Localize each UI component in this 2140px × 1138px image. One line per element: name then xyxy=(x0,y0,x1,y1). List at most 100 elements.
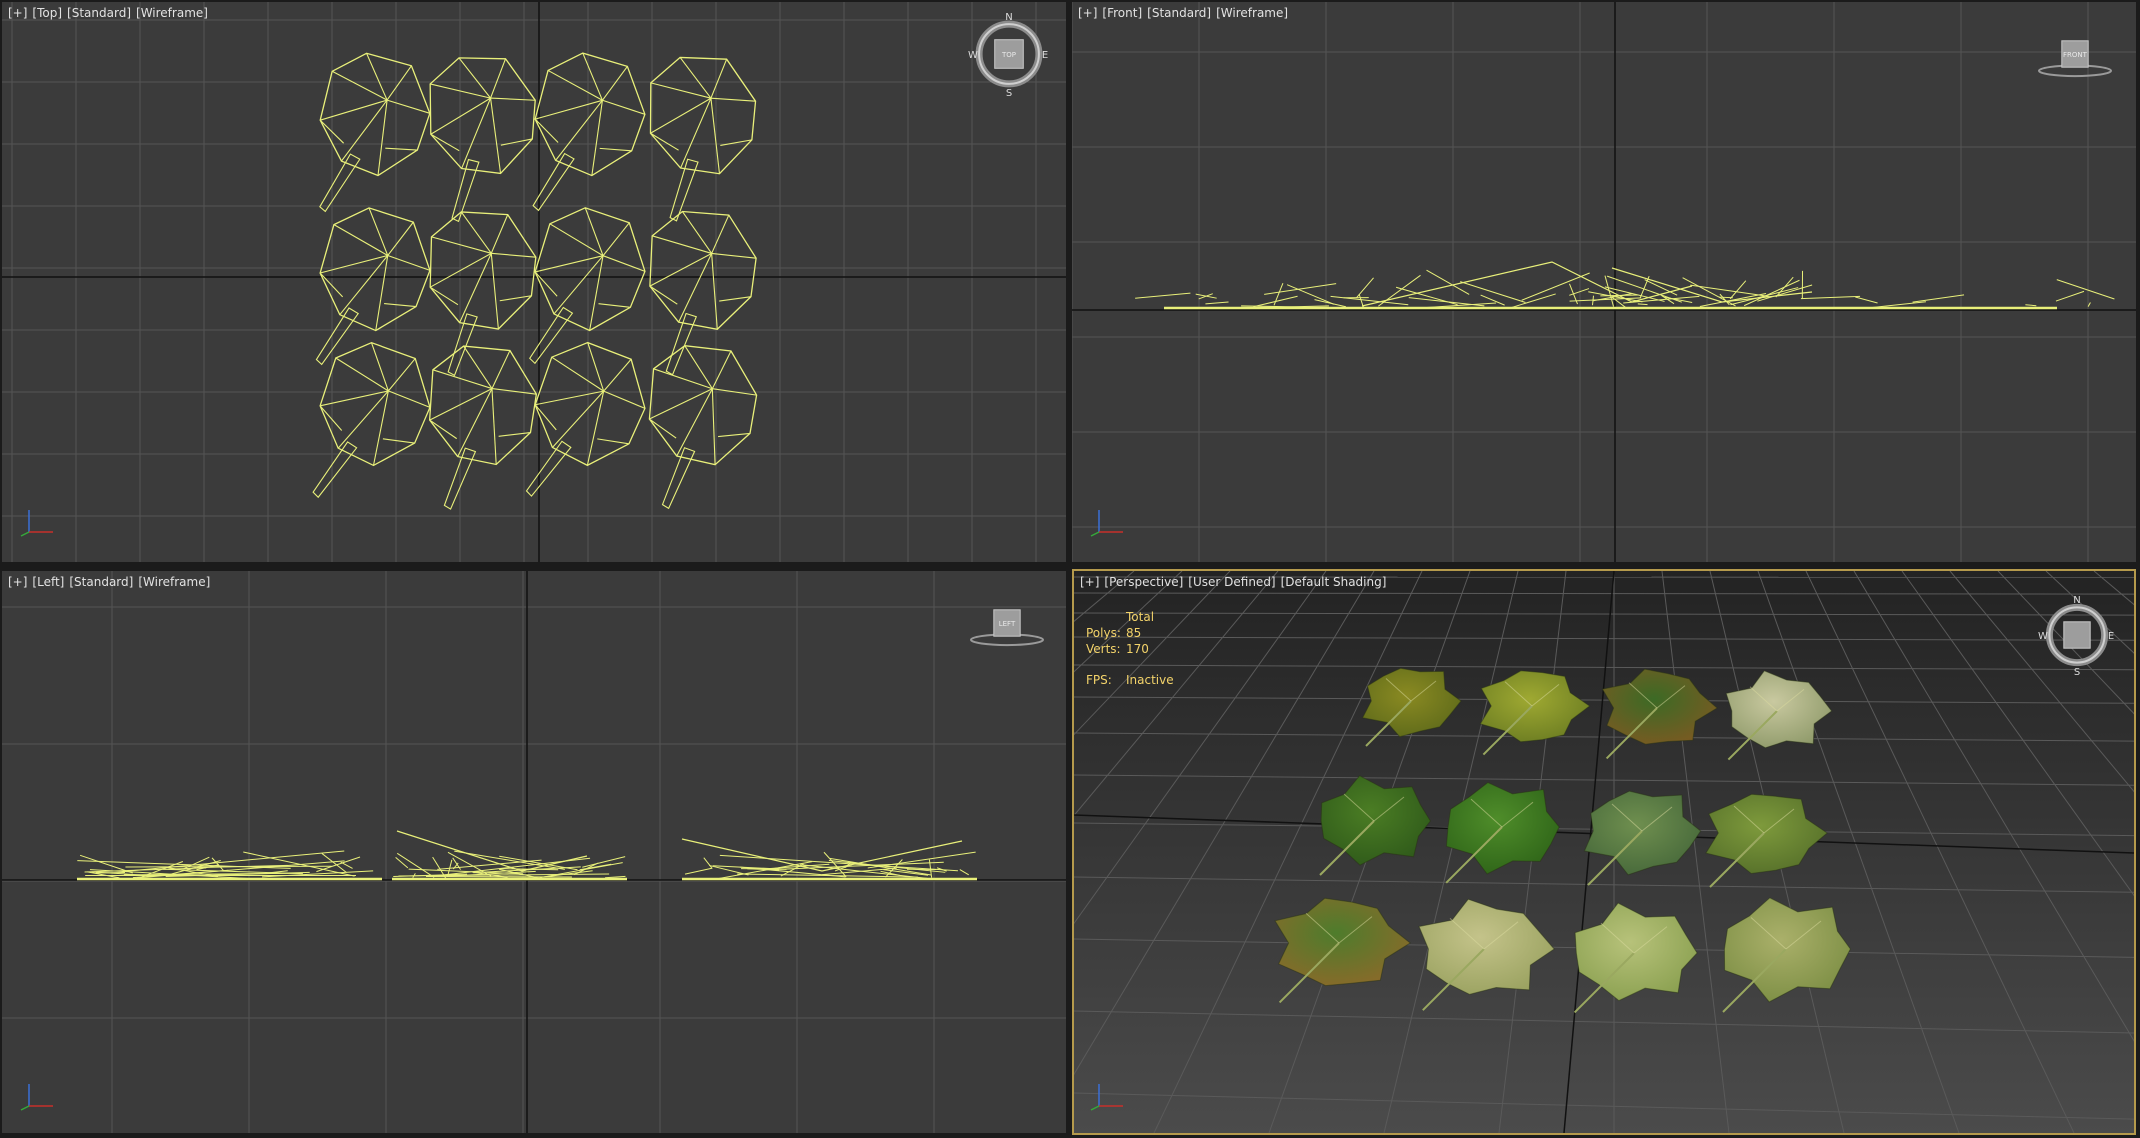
fps-label: FPS: xyxy=(1086,673,1112,687)
viewcube-icon[interactable]: TOP xyxy=(975,20,1043,88)
leaf-stem xyxy=(312,441,358,499)
leaf-wireframe-icon[interactable] xyxy=(306,202,438,379)
leaf-wireframe-icon xyxy=(1361,261,1693,307)
grid xyxy=(2,2,1066,562)
render-mode-label[interactable]: [Standard] xyxy=(1147,6,1211,20)
front-view-canvas[interactable]: FRONT xyxy=(1072,2,2136,562)
shading-mode-label[interactable]: [Wireframe] xyxy=(138,575,210,589)
view-type-label[interactable]: [Perspective] xyxy=(1104,575,1183,589)
render-mode-label[interactable]: [Standard] xyxy=(69,575,133,589)
leaf-wireframe-icon xyxy=(1205,301,1229,305)
polys-label: Polys: xyxy=(1086,626,1121,640)
axis-tripod-icon xyxy=(1090,510,1123,537)
stats-header: Total xyxy=(1126,610,1155,624)
shading-mode-label[interactable]: [Wireframe] xyxy=(136,6,208,20)
render-mode-label[interactable]: [Standard] xyxy=(67,6,131,20)
leaf-wireframe-icon xyxy=(1460,281,1526,303)
viewport-menu-button[interactable]: [+] xyxy=(8,575,27,589)
statistics-overlay: Total Polys: 85 Verts: 170 FPS: Inactive xyxy=(1086,609,1174,688)
verts-value: 170 xyxy=(1126,642,1149,656)
axis-tripod-icon xyxy=(20,510,53,537)
leaf-wireframe-icon[interactable] xyxy=(423,205,546,377)
viewport-label-left: [+] [Left] [Standard] [Wireframe] xyxy=(8,575,215,589)
leaf-wireframe-icon xyxy=(1719,293,1730,306)
leaf-wireframe-icon xyxy=(1690,284,1769,297)
viewcube-label: LEFT xyxy=(999,620,1016,628)
leaf-wireframe-icon xyxy=(1644,279,1678,296)
view-type-label[interactable]: [Top] xyxy=(32,6,62,20)
leaf-stem xyxy=(447,313,478,377)
leaf-wireframe-icon xyxy=(1637,303,1648,306)
leaf-wireframe-icon xyxy=(437,859,542,870)
viewport-menu-button[interactable]: [+] xyxy=(8,6,27,20)
leaf-wireframe-icon xyxy=(122,850,345,872)
leaf-wireframe-icon xyxy=(2025,304,2037,307)
viewport-menu-button[interactable]: [+] xyxy=(1080,575,1099,589)
leaf-wireframe-icon[interactable] xyxy=(642,50,768,223)
leaf-objects-front[interactable] xyxy=(1135,261,2115,310)
leaf-wireframe-icon xyxy=(959,869,969,876)
compass-east-label: E xyxy=(1042,50,1048,61)
leaf-wireframe-icon xyxy=(2056,279,2115,300)
leaf-objects[interactable] xyxy=(303,48,768,516)
compass-north-label: N xyxy=(2073,595,2080,606)
compass-west-label: W xyxy=(968,50,978,61)
shading-mode-label[interactable]: [Default Shading] xyxy=(1281,575,1387,589)
viewport-top[interactable]: TOP N S E W [+] [Top] [Standard] [Wireframe] xyxy=(2,2,1066,562)
leaf-wireframe-icon xyxy=(1800,295,1861,300)
top-view-canvas[interactable]: TOP N S E W xyxy=(2,2,1066,562)
leaf-wireframe-icon xyxy=(1743,279,1800,307)
leaf-wireframe-icon xyxy=(1135,292,1191,299)
leaf-wireframe-icon xyxy=(1912,294,1965,303)
left-view-canvas[interactable]: LEFT xyxy=(2,571,1066,1133)
shading-mode-label[interactable]: [Wireframe] xyxy=(1216,6,1288,20)
leaf-wireframe-icon xyxy=(1855,296,1878,304)
viewport-perspective[interactable]: N S E W [+] [Perspective] [User Defined] [Defa… xyxy=(1072,569,2136,1135)
leaf-wireframe-icon xyxy=(1408,297,1485,307)
perspective-view-canvas[interactable]: N S E W xyxy=(1074,571,2134,1133)
grid xyxy=(1072,2,2136,562)
leaf-wireframe-icon xyxy=(1729,280,1747,300)
viewport-left[interactable]: LEFT [+] [Left] [Standard] [Wireframe] xyxy=(2,571,1066,1133)
viewport-label-front: [+] [Front] [Standard] [Wireframe] xyxy=(1078,6,1293,20)
viewport-menu-button[interactable]: [+] xyxy=(1078,6,1097,20)
viewcube-label: FRONT xyxy=(2063,51,2088,59)
render-mode-label[interactable]: [User Defined] xyxy=(1188,575,1275,589)
leaf-wireframe-icon xyxy=(1378,274,1421,307)
leaf-wireframe-icon xyxy=(605,875,626,879)
leaf-stem xyxy=(525,440,572,497)
viewcube-face[interactable] xyxy=(2063,621,2091,649)
leaf-wireframe-icon xyxy=(316,856,361,873)
leaf-wireframe-icon[interactable] xyxy=(645,206,765,376)
leaf-wireframe-icon xyxy=(1611,267,1813,303)
leaf-wireframe-icon xyxy=(718,861,813,880)
viewcube-icon[interactable]: FRONT xyxy=(2038,40,2112,78)
leaf-wireframe-icon[interactable] xyxy=(309,49,436,223)
compass-east-label: E xyxy=(2108,631,2114,642)
leaf-wireframe-icon xyxy=(703,857,713,869)
leaf-wireframe-icon xyxy=(211,857,225,872)
viewport-label-top: [+] [Top] [Standard] [Wireframe] xyxy=(8,6,213,20)
leaf-wireframe-icon xyxy=(2055,290,2085,302)
leaf-wireframe-icon xyxy=(1521,272,1590,301)
viewport-front[interactable]: FRONT [+] [Front] [Standard] [Wireframe] xyxy=(1072,2,2136,562)
viewcube-icon[interactable]: LEFT xyxy=(970,609,1044,647)
leaf-wireframe-icon xyxy=(573,862,599,876)
verts-label: Verts: xyxy=(1086,642,1121,656)
view-type-label[interactable]: [Front] xyxy=(1102,6,1142,20)
grid xyxy=(2,571,1066,1133)
leaf-wireframe-icon[interactable] xyxy=(426,342,543,510)
view-type-label[interactable]: [Left] xyxy=(32,575,64,589)
leaf-wireframe-icon xyxy=(1264,283,1337,295)
leaf-wireframe-icon xyxy=(684,867,713,875)
leaf-stem xyxy=(319,153,361,213)
compass-south-label: S xyxy=(1006,88,1012,99)
polys-value: 85 xyxy=(1126,626,1142,640)
leaf-wireframe-icon[interactable] xyxy=(647,343,761,510)
compass-south-label: S xyxy=(2074,667,2080,678)
axis-tripod-icon xyxy=(20,1084,53,1111)
leaf-wireframe-icon xyxy=(867,851,976,869)
leaf-wireframe-icon[interactable] xyxy=(421,49,549,224)
leaf-wireframe-icon[interactable] xyxy=(523,48,652,223)
viewcube-label: TOP xyxy=(1001,51,1016,59)
